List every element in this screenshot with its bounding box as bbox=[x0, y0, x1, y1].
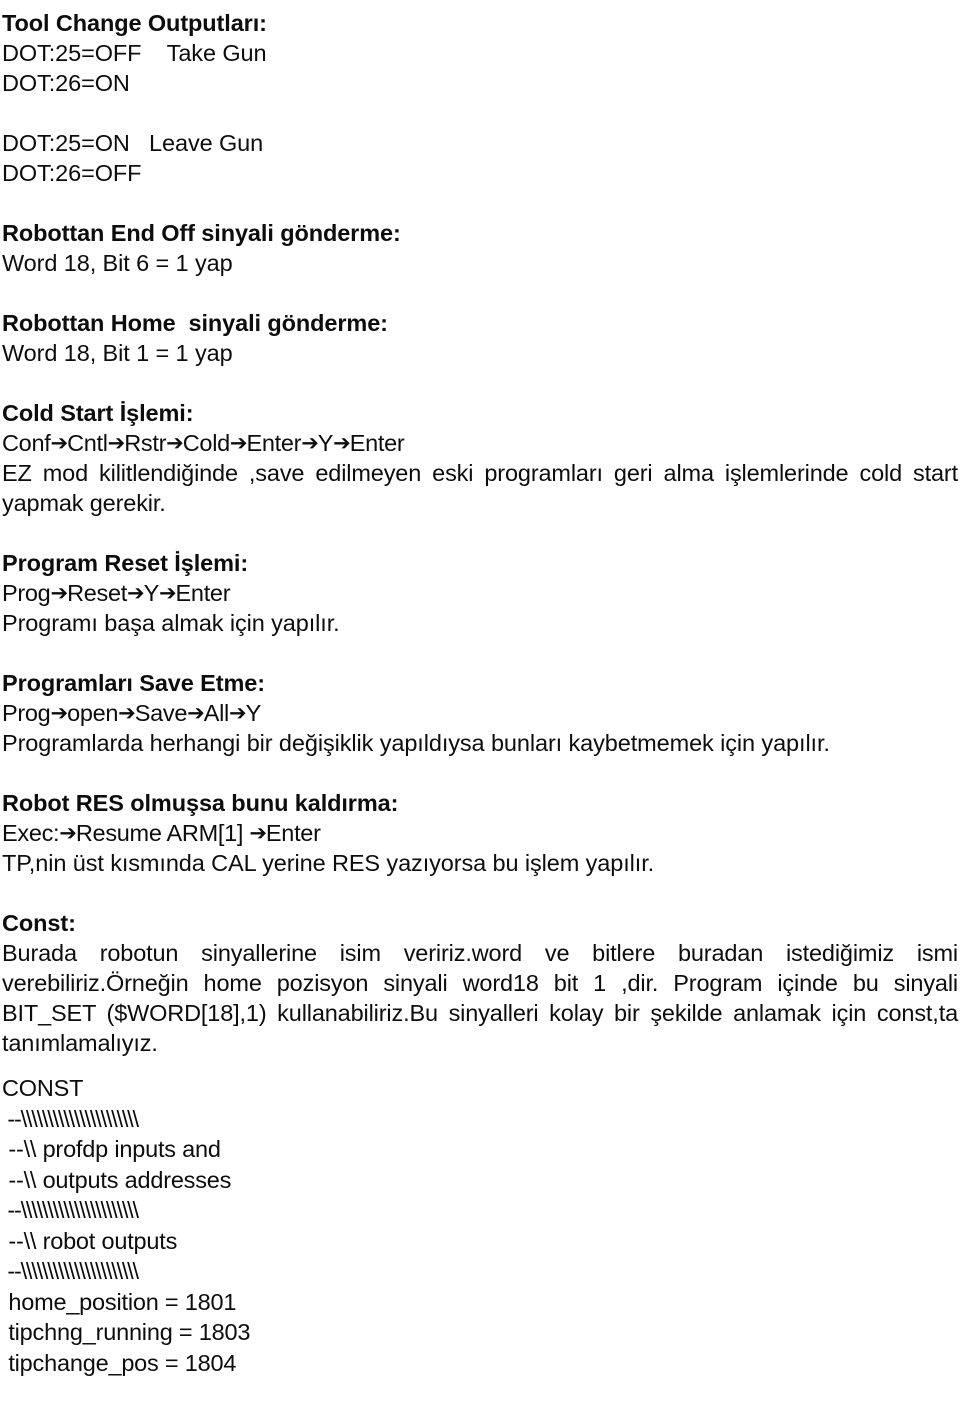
section-tool-change: Tool Change Outputları: DOT:25=OFF Take … bbox=[2, 8, 958, 188]
const-body: Burada robotun sinyallerine isim veririz… bbox=[2, 940, 958, 1056]
program-save-shortcut: Prog➔open➔Save➔All➔Y bbox=[2, 698, 958, 728]
shortcut-step: Resume ARM[1] bbox=[75, 820, 250, 846]
tool-change-take-gun-line-2: DOT:26=ON bbox=[2, 70, 130, 96]
cold-start-body: EZ mod kilitlendiğinde ,save edilmeyen e… bbox=[2, 460, 958, 516]
program-save-heading: Programları Save Etme: bbox=[2, 670, 265, 696]
section-program-reset: Program Reset İşlemi: Prog➔Reset➔Y➔Enter… bbox=[2, 548, 958, 638]
arrow-icon: ➔ bbox=[229, 431, 248, 455]
const-code-lines: --\\\\\\\\\\\\\\\\\\\\\\ --\\ profdp inp… bbox=[2, 1104, 958, 1379]
cold-start-shortcut: Conf➔Cntl➔Rstr➔Cold➔Enter➔Y➔Enter bbox=[2, 428, 958, 458]
document-page: Tool Change Outputları: DOT:25=OFF Take … bbox=[0, 0, 960, 1416]
shortcut-step: Enter bbox=[175, 580, 231, 606]
shortcut-step: Prog bbox=[2, 580, 51, 606]
robot-res-heading: Robot RES olmuşsa bunu kaldırma: bbox=[2, 790, 399, 816]
section-end-off: Robottan End Off sinyali gönderme: Word … bbox=[2, 218, 958, 278]
section-robot-res: Robot RES olmuşsa bunu kaldırma: Exec:➔R… bbox=[2, 788, 958, 878]
arrow-icon: ➔ bbox=[50, 701, 68, 725]
shortcut-step: Enter bbox=[349, 430, 405, 456]
arrow-icon: ➔ bbox=[228, 701, 247, 725]
cold-start-heading: Cold Start İşlemi: bbox=[2, 400, 194, 426]
arrow-icon: ➔ bbox=[158, 581, 177, 605]
arrow-icon: ➔ bbox=[333, 431, 351, 455]
tool-change-heading: Tool Change Outputları: bbox=[2, 10, 267, 36]
const-code-line: --\\\\\\\\\\\\\\\\\\\\\\ bbox=[2, 1105, 139, 1132]
arrow-icon: ➔ bbox=[166, 431, 184, 455]
document-body: Tool Change Outputları: DOT:25=OFF Take … bbox=[0, 0, 960, 1378]
program-reset-shortcut: Prog➔Reset➔Y➔Enter bbox=[2, 578, 958, 608]
arrow-icon: ➔ bbox=[50, 431, 68, 455]
arrow-icon: ➔ bbox=[107, 431, 126, 455]
shortcut-step: open bbox=[67, 700, 119, 726]
section-program-save: Programları Save Etme: Prog➔open➔Save➔Al… bbox=[2, 668, 958, 758]
const-code-line: home_position = 1801 bbox=[2, 1288, 237, 1315]
shortcut-step: Y bbox=[317, 430, 334, 456]
arrow-icon: ➔ bbox=[118, 701, 136, 725]
arrow-icon: ➔ bbox=[50, 581, 68, 605]
arrow-icon: ➔ bbox=[59, 821, 77, 845]
arrow-icon: ➔ bbox=[126, 581, 145, 605]
shortcut-step: Cold bbox=[182, 430, 230, 456]
shortcut-step: Y bbox=[245, 700, 262, 726]
const-code-line: --\\ profdp inputs and bbox=[2, 1136, 221, 1162]
tool-change-leave-gun-line-1: DOT:25=ON Leave Gun bbox=[2, 130, 264, 156]
const-code-line: --\\ outputs addresses bbox=[2, 1166, 232, 1193]
const-heading: Const: bbox=[2, 910, 76, 936]
program-reset-heading: Program Reset İşlemi: bbox=[2, 550, 249, 576]
const-code-line: --\\\\\\\\\\\\\\\\\\\\\\ bbox=[2, 1258, 139, 1284]
home-signal-heading: Robottan Home sinyali gönderme: bbox=[2, 310, 388, 336]
const-code-line: tipchng_running = 1803 bbox=[2, 1319, 251, 1345]
program-save-body: Programlarda herhangi bir değişiklik yap… bbox=[2, 730, 830, 756]
tool-change-leave-gun-line-2: DOT:26=OFF bbox=[2, 160, 142, 186]
robot-res-body: TP,nin üst kısmında CAL yerine RES yazıy… bbox=[2, 850, 655, 876]
robot-res-shortcut: Exec:➔Resume ARM[1] ➔Enter bbox=[2, 818, 958, 848]
end-off-heading: Robottan End Off sinyali gönderme: bbox=[2, 220, 401, 246]
shortcut-step: Enter bbox=[246, 430, 302, 456]
section-const: Const: Burada robotun sinyallerine isim … bbox=[2, 908, 958, 1058]
end-off-body: Word 18, Bit 6 = 1 yap bbox=[2, 250, 233, 276]
tool-change-take-gun-line-1: DOT:25=OFF Take Gun bbox=[2, 40, 267, 66]
section-const-code: CONST --\\\\\\\\\\\\\\\\\\\\\\ --\\ prof… bbox=[2, 1073, 958, 1378]
shortcut-step: All bbox=[203, 700, 230, 726]
arrow-icon: ➔ bbox=[301, 431, 319, 455]
shortcut-step: Conf bbox=[2, 430, 51, 456]
shortcut-step: Save bbox=[134, 700, 188, 726]
home-signal-body: Word 18, Bit 1 = 1 yap bbox=[2, 340, 233, 366]
shortcut-step: Y bbox=[143, 580, 160, 606]
program-reset-body: Programı başa almak için yapılır. bbox=[2, 610, 340, 636]
shortcut-step: Prog bbox=[2, 700, 51, 726]
const-code-line: --\\\\\\\\\\\\\\\\\\\\\\ bbox=[2, 1197, 139, 1223]
shortcut-step: Exec: bbox=[2, 820, 60, 846]
shortcut-step: Cntl bbox=[67, 430, 108, 456]
const-keyword: CONST bbox=[2, 1075, 84, 1101]
section-cold-start: Cold Start İşlemi: Conf➔Cntl➔Rstr➔Cold➔E… bbox=[2, 398, 958, 518]
section-home-signal: Robottan Home sinyali gönderme: Word 18,… bbox=[2, 308, 958, 368]
shortcut-step: Reset bbox=[67, 580, 127, 606]
arrow-icon: ➔ bbox=[187, 701, 205, 725]
const-code-line: --\\ robot outputs bbox=[2, 1227, 178, 1254]
shortcut-step: Rstr bbox=[124, 430, 167, 456]
const-code-line: tipchange_pos = 1804 bbox=[2, 1349, 237, 1376]
shortcut-step: Enter bbox=[265, 820, 321, 846]
arrow-icon: ➔ bbox=[249, 821, 267, 845]
